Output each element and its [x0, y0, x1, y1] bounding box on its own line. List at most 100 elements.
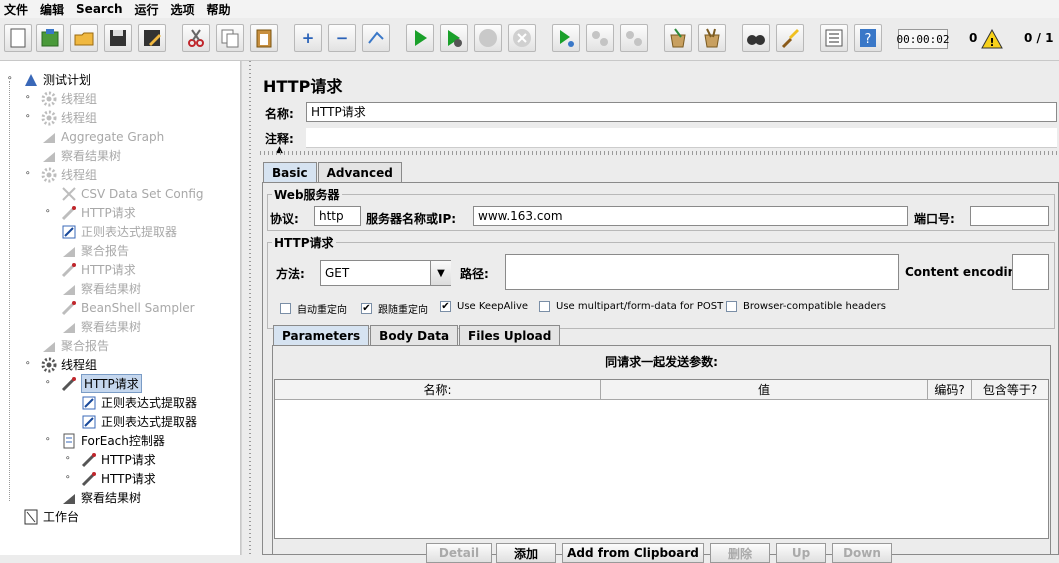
start-no-pause-icon[interactable]	[440, 24, 468, 52]
copy-icon[interactable]	[216, 24, 244, 52]
tree-node[interactable]: 察看结果树	[40, 146, 121, 165]
chevron-down-icon[interactable]: ▼	[430, 261, 451, 285]
tree-node[interactable]: 线程组	[40, 108, 97, 127]
comment-field[interactable]	[306, 128, 1057, 148]
cut-icon[interactable]	[182, 24, 210, 52]
tree-node[interactable]: 察看结果树	[60, 488, 141, 507]
remote-stop-icon[interactable]	[586, 24, 614, 52]
warning-icon[interactable]: !	[981, 29, 1003, 49]
function-helper-icon[interactable]	[820, 24, 848, 52]
name-field[interactable]: HTTP请求	[306, 102, 1057, 122]
tree-expand-handle[interactable]: ⚬	[24, 359, 32, 369]
start-icon[interactable]	[406, 24, 434, 52]
down-button[interactable]: Down	[832, 543, 892, 563]
collapse-icon[interactable]: −	[328, 24, 356, 52]
tree-node[interactable]: 线程组	[40, 165, 97, 184]
menu-edit[interactable]: 编辑	[40, 1, 64, 18]
save-icon[interactable]	[104, 24, 132, 52]
tab-body-data[interactable]: Body Data	[370, 325, 459, 345]
tree-node[interactable]: 线程组	[40, 355, 97, 374]
tree-node[interactable]: 正则表达式提取器	[80, 412, 197, 431]
expand-icon[interactable]: +	[294, 24, 322, 52]
tree-node[interactable]: 线程组	[40, 89, 97, 108]
tree-expand-handle[interactable]: ⚬	[24, 93, 32, 103]
checkbox-box[interactable]	[539, 301, 550, 312]
tree-node-label: 正则表达式提取器	[81, 225, 178, 239]
tree-node[interactable]: ForEach控制器	[60, 431, 165, 450]
follow-redirects-checkbox[interactable]: ✔ 跟随重定向	[361, 301, 428, 316]
tree-expand-handle[interactable]: ⚬	[44, 378, 52, 388]
tree-node[interactable]: 聚合报告	[60, 241, 129, 260]
menu-help[interactable]: 帮助	[207, 1, 231, 18]
tab-files-upload[interactable]: Files Upload	[459, 325, 561, 345]
column-value[interactable]: 值	[601, 380, 928, 400]
menu-run[interactable]: 运行	[134, 1, 158, 18]
path-field[interactable]	[505, 254, 899, 290]
tree-expand-handle[interactable]: ⚬	[44, 435, 52, 445]
parameters-table[interactable]: 名称: 值 编码? 包含等于?	[274, 379, 1049, 539]
shutdown-icon[interactable]	[508, 24, 536, 52]
tree-node[interactable]: 察看结果树	[60, 279, 141, 298]
up-button[interactable]: Up	[776, 543, 826, 563]
server-field[interactable]: www.163.com	[473, 206, 908, 226]
add-button[interactable]: 添加	[496, 543, 556, 563]
remote-start-icon[interactable]	[552, 24, 580, 52]
keepalive-checkbox[interactable]: ✔ Use KeepAlive	[440, 301, 528, 312]
save-as-icon[interactable]	[138, 24, 166, 52]
port-field[interactable]	[970, 206, 1049, 226]
tree-node[interactable]: 测试计划	[22, 70, 91, 89]
tree-expand-handle[interactable]: ⚬	[64, 473, 72, 483]
tree-node[interactable]: 正则表达式提取器	[60, 222, 177, 241]
templates-icon[interactable]	[36, 24, 64, 52]
splitter-handle[interactable]	[241, 61, 259, 555]
delete-button[interactable]: 删除	[710, 543, 770, 563]
multipart-checkbox[interactable]: Use multipart/form-data for POST	[539, 301, 723, 312]
checkbox-box[interactable]: ✔	[440, 301, 451, 312]
browser-headers-checkbox[interactable]: Browser-compatible headers	[726, 301, 886, 312]
tab-parameters[interactable]: Parameters	[273, 325, 370, 345]
open-icon[interactable]	[70, 24, 98, 52]
clear-all-icon[interactable]	[698, 24, 726, 52]
tab-advanced[interactable]: Advanced	[317, 162, 402, 182]
tree-node[interactable]: Aggregate Graph	[40, 127, 164, 146]
menu-options[interactable]: 选项	[171, 1, 195, 18]
tree-node[interactable]: HTTP请求	[60, 203, 136, 222]
reset-search-icon[interactable]	[776, 24, 804, 52]
tree-node[interactable]: 察看结果树	[60, 317, 141, 336]
menu-search[interactable]: Search	[76, 2, 122, 16]
tree-expand-handle[interactable]: ⚬	[44, 207, 52, 217]
tree-node[interactable]: 聚合报告	[40, 336, 109, 355]
checkbox-box[interactable]	[280, 303, 291, 314]
clear-icon[interactable]	[664, 24, 692, 52]
paste-icon[interactable]	[250, 24, 278, 52]
column-include-equals[interactable]: 包含等于?	[972, 380, 1048, 400]
tree-expand-handle[interactable]: ⚬	[24, 169, 32, 179]
protocol-field[interactable]: http	[314, 206, 361, 226]
tree-expand-handle[interactable]: ⚬	[64, 454, 72, 464]
tree-node[interactable]: HTTP请求	[80, 469, 156, 488]
tree-node[interactable]: HTTP请求	[80, 450, 156, 469]
auto-redirect-checkbox[interactable]: 自动重定向	[280, 301, 347, 316]
stop-icon[interactable]	[474, 24, 502, 52]
column-name[interactable]: 名称:	[275, 380, 601, 400]
detail-button[interactable]: Detail	[426, 543, 492, 563]
tree-node[interactable]: HTTP请求	[60, 374, 142, 393]
search-icon[interactable]	[742, 24, 770, 52]
tree-node[interactable]: HTTP请求	[60, 260, 136, 279]
tree-node[interactable]: 工作台	[22, 507, 79, 526]
checkbox-box[interactable]: ✔	[361, 303, 372, 314]
tree-node[interactable]: CSV Data Set Config	[60, 184, 204, 203]
menu-file[interactable]: 文件	[4, 1, 28, 18]
new-icon[interactable]	[4, 24, 32, 52]
toggle-icon[interactable]	[362, 24, 390, 52]
tab-basic[interactable]: Basic	[263, 162, 317, 182]
tree-expand-handle[interactable]: ⚬	[24, 112, 32, 122]
column-encode[interactable]: 编码?	[928, 380, 972, 400]
help-icon[interactable]: ?	[854, 24, 882, 52]
checkbox-box[interactable]	[726, 301, 737, 312]
add-from-clipboard-button[interactable]: Add from Clipboard	[562, 543, 704, 563]
content-encoding-field[interactable]	[1012, 254, 1049, 290]
tree-node[interactable]: BeanShell Sampler	[60, 298, 195, 317]
remote-shutdown-icon[interactable]	[620, 24, 648, 52]
tree-node[interactable]: 正则表达式提取器	[80, 393, 197, 412]
